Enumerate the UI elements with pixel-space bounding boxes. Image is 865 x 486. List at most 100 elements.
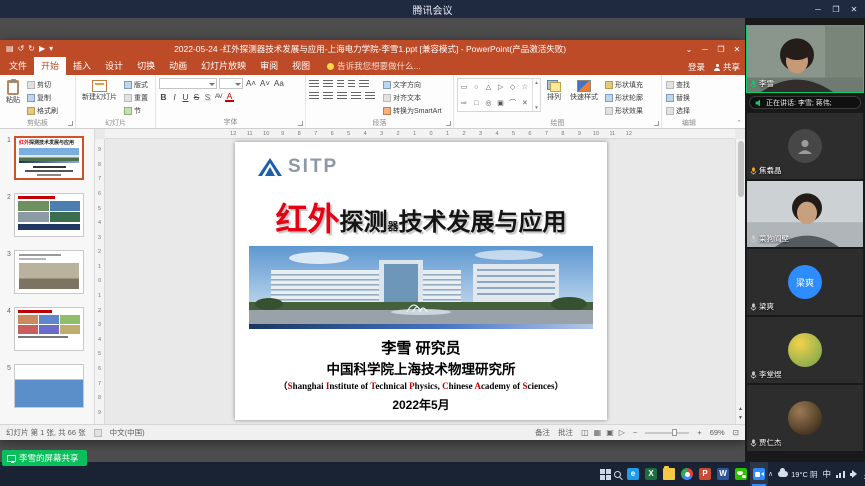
slide-thumbnail-1[interactable]: 1红外探测技术发展与应用 — [4, 136, 94, 180]
bullets-icon[interactable] — [309, 80, 319, 88]
participant-tile-贾仁杰[interactable]: 贾仁杰 — [747, 385, 863, 451]
collapse-ribbon-icon[interactable]: ⌃ — [736, 119, 742, 127]
taskbar-app-wechat[interactable] — [732, 462, 750, 486]
zoom-in-button[interactable]: + — [697, 428, 701, 437]
scroll-up-icon[interactable]: ▲ — [738, 406, 743, 412]
maximize-button[interactable]: ❐ — [827, 0, 845, 18]
zoom-out-button[interactable]: − — [633, 428, 637, 437]
smartart-button[interactable]: 转换为SmartArt — [383, 106, 442, 116]
slide-canvas[interactable]: SITP 红外探测器技术发展与应用 — [235, 142, 607, 420]
align-center-icon[interactable] — [323, 92, 333, 100]
shapes-gallery-scrollbar[interactable]: ▲▼ — [532, 79, 540, 111]
undo-icon[interactable]: ↺ — [18, 45, 25, 53]
shape-9-icon[interactable]: ▣ — [497, 100, 504, 107]
justify-icon[interactable] — [351, 92, 361, 100]
shape-10-icon[interactable]: ⌒ — [509, 100, 516, 107]
shape-0-icon[interactable]: ▭ — [461, 84, 468, 91]
scrollbar-thumb[interactable] — [738, 141, 744, 197]
taskbar-app-powerpoint[interactable]: P — [696, 462, 714, 486]
font-dialog-launcher[interactable] — [298, 121, 303, 126]
close-button[interactable]: ✕ — [845, 0, 863, 18]
tab-审阅[interactable]: 审阅 — [253, 57, 285, 75]
new-slide-button[interactable]: 新建幻灯片 — [79, 78, 120, 104]
zoom-level[interactable]: 69% — [710, 428, 725, 437]
redo-icon[interactable]: ↻ — [28, 45, 35, 53]
replace-button[interactable]: 替换 — [666, 93, 690, 103]
copy-button[interactable]: 复制 — [27, 93, 58, 103]
find-button[interactable]: 查找 — [666, 80, 690, 90]
fit-slide-button[interactable]: ⊡ — [733, 428, 739, 437]
tab-设计[interactable]: 设计 — [98, 57, 130, 75]
strikethrough-button[interactable]: S — [192, 92, 201, 102]
participant-tile-梁爽[interactable]: 梁爽梁爽 — [747, 249, 863, 315]
align-text-button[interactable]: 对齐文本 — [383, 93, 442, 103]
reading-view-icon[interactable]: ▣ — [606, 428, 614, 437]
font-color-button[interactable]: A — [225, 92, 234, 102]
volume-icon[interactable] — [850, 470, 859, 478]
minimize-button[interactable]: ─ — [697, 40, 713, 58]
font-size-select[interactable] — [219, 78, 243, 89]
slide-thumbnail-5[interactable]: 5 — [4, 364, 94, 408]
shape-7-icon[interactable]: □ — [474, 100, 478, 107]
ribbon-display-options-icon[interactable]: ⌄ — [681, 40, 697, 58]
taskbar-app-edge[interactable]: e — [624, 462, 642, 486]
slide-sorter-icon[interactable]: ▦ — [594, 428, 602, 437]
line-spacing-icon[interactable] — [359, 80, 369, 88]
search-button[interactable] — [611, 462, 624, 486]
weather-widget[interactable]: 19°C 阴 — [778, 469, 817, 480]
slide-thumbnail-3[interactable]: 3 — [4, 250, 94, 294]
format-painter-button[interactable]: 格式刷 — [27, 106, 58, 116]
paste-button[interactable]: 粘贴 — [3, 78, 23, 107]
taskbar-app-excel[interactable]: X — [642, 462, 660, 486]
slide-thumbnail-4[interactable]: 4 — [4, 307, 94, 351]
notes-button[interactable]: 备注 — [535, 427, 550, 438]
normal-view-icon[interactable]: ◫ — [581, 428, 589, 437]
shape-8-icon[interactable]: ◎ — [485, 100, 491, 107]
save-icon[interactable]: ▤ — [6, 45, 14, 53]
participant-tile-李堂煜[interactable]: 李堂煜 — [747, 317, 863, 383]
language-indicator[interactable]: 中文(中国) — [110, 427, 145, 438]
tab-开始[interactable]: 开始 — [34, 57, 66, 75]
numbering-icon[interactable] — [323, 80, 333, 88]
share-button[interactable]: 共享 — [714, 61, 740, 73]
ime-indicator[interactable]: 中 — [822, 468, 831, 480]
text-shadow-button[interactable]: S — [203, 92, 212, 102]
tab-切换[interactable]: 切换 — [130, 57, 162, 75]
shape-11-icon[interactable]: ✕ — [522, 100, 528, 107]
clipboard-dialog-launcher[interactable] — [68, 121, 73, 126]
zoom-slider-knob[interactable] — [672, 429, 677, 436]
participant-tile-焦翥晶[interactable]: 焦翥晶 — [747, 113, 863, 179]
underline-button[interactable]: U — [181, 92, 190, 102]
restore-button[interactable]: ❐ — [713, 40, 729, 58]
hidden-icons-caret[interactable]: ∧ — [768, 470, 773, 478]
taskbar-app-tencent-meeting[interactable] — [750, 462, 768, 486]
tab-动画[interactable]: 动画 — [162, 57, 194, 75]
minimize-button[interactable]: ─ — [809, 0, 827, 18]
indent-decrease-icon[interactable] — [337, 80, 344, 88]
shape-outline-button[interactable]: 形状轮廓 — [605, 93, 643, 103]
character-spacing-button[interactable]: AV — [214, 92, 223, 102]
shape-fill-button[interactable]: 形状填充 — [605, 80, 643, 90]
arrange-button[interactable]: 排列 — [544, 78, 564, 104]
italic-button[interactable]: I — [170, 92, 179, 102]
select-button[interactable]: 选择 — [666, 106, 690, 116]
slide-thumbnail-2[interactable]: 2 — [4, 193, 94, 237]
shape-effects-button[interactable]: 形状效果 — [605, 106, 643, 116]
comments-button[interactable]: 批注 — [558, 427, 573, 438]
font-name-select[interactable] — [159, 78, 217, 89]
tab-幻灯片放映[interactable]: 幻灯片放映 — [194, 57, 253, 75]
participant-tile-李雪[interactable]: 李雪 — [747, 26, 863, 92]
drawing-dialog-launcher[interactable] — [654, 121, 659, 126]
taskbar-app-word[interactable]: W — [714, 462, 732, 486]
tab-视图[interactable]: 视图 — [285, 57, 317, 75]
align-left-icon[interactable] — [309, 92, 319, 100]
reset-button[interactable]: 重置 — [124, 93, 148, 103]
shape-1-icon[interactable]: ○ — [474, 84, 478, 91]
shape-2-icon[interactable]: △ — [486, 84, 491, 91]
quick-styles-button[interactable]: 快速样式 — [567, 78, 601, 104]
shape-5-icon[interactable]: ☆ — [522, 84, 528, 91]
zoom-slider[interactable] — [645, 432, 689, 434]
network-icon[interactable] — [836, 471, 845, 478]
paragraph-dialog-launcher[interactable] — [446, 121, 451, 126]
participant-tile-菜狗阎壁[interactable]: 菜狗阎壁 — [747, 181, 863, 247]
